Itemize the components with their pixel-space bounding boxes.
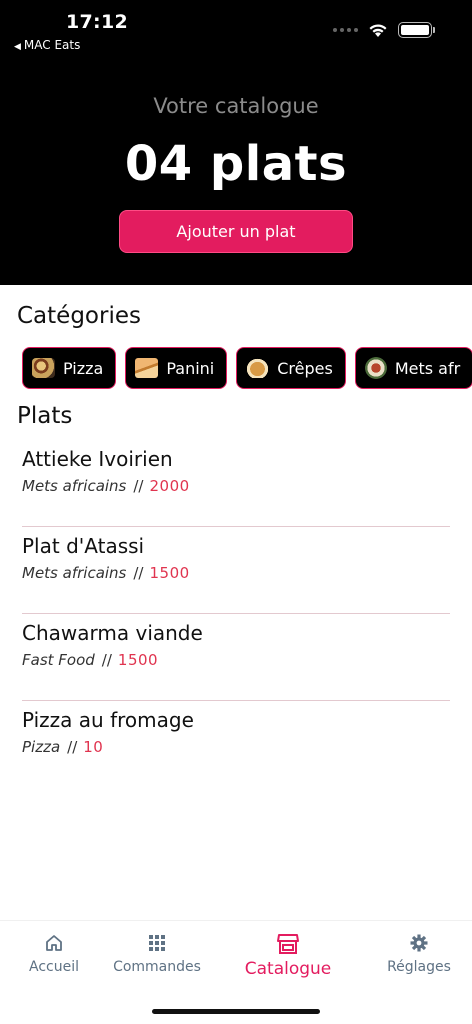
dish-name: Attieke Ivoirien: [22, 447, 173, 471]
categories-heading: Catégories: [17, 303, 141, 329]
tab-catalogue[interactable]: Catalogue: [240, 933, 336, 979]
status-time: 17:12: [66, 11, 128, 33]
dish-separator: //: [133, 477, 144, 495]
dish-item[interactable]: Plat d'Atassi Mets africains // 1500: [22, 527, 450, 614]
grid-icon: [149, 935, 165, 951]
panini-thumbnail-icon: [135, 358, 159, 378]
category-chips[interactable]: Pizza Panini Crêpes Mets afr: [22, 347, 472, 389]
tab-settings[interactable]: Réglages: [382, 933, 456, 975]
dish-meta: Mets africains // 1500: [22, 564, 450, 582]
tab-orders[interactable]: Commandes: [110, 933, 204, 975]
dishes-list: Attieke Ivoirien Mets africains // 2000 Pl…: [22, 440, 450, 788]
dish-item[interactable]: Attieke Ivoirien Mets africains // 2000: [22, 440, 450, 527]
back-arrow-icon: ◀: [14, 42, 21, 52]
tab-catalogue-label: Catalogue: [244, 959, 332, 979]
storefront-icon: [277, 934, 299, 954]
dish-category: Mets africains: [22, 477, 127, 495]
category-chip-pizza[interactable]: Pizza: [22, 347, 117, 389]
tab-home-label: Accueil: [29, 959, 79, 975]
catalogue-subtitle: Votre catalogue: [153, 94, 319, 118]
tab-settings-label: Réglages: [387, 959, 451, 975]
dish-name: Pizza au fromage: [22, 708, 194, 732]
dish-item[interactable]: Chawarma viande Fast Food // 1500: [22, 614, 450, 701]
tab-home[interactable]: Accueil: [26, 933, 82, 975]
dish-name: Chawarma viande: [22, 621, 203, 645]
wifi-icon: [369, 23, 387, 37]
back-to-app-link[interactable]: ◀ MAC Eats: [14, 38, 80, 52]
dish-price: 1500: [117, 651, 159, 669]
dish-price: 1500: [149, 564, 190, 582]
category-chip-crepes[interactable]: Crêpes: [236, 347, 346, 389]
status-indicators: [333, 22, 435, 38]
signal-icon: [333, 28, 358, 32]
dish-category: Fast Food: [22, 651, 95, 669]
dish-meta: Fast Food // 1500: [22, 651, 450, 669]
crepe-thumbnail-icon: [246, 358, 270, 378]
dish-category: Pizza: [22, 738, 61, 756]
pizza-thumbnail-icon: [32, 358, 55, 378]
category-chip-panini[interactable]: Panini: [125, 347, 228, 389]
category-chip-label: Panini: [166, 358, 215, 378]
dish-price: 2000: [149, 477, 190, 495]
back-app-label: MAC Eats: [23, 38, 81, 52]
home-icon: [46, 935, 62, 951]
dish-item[interactable]: Pizza au fromage Pizza // 10: [22, 701, 450, 788]
dishes-heading: Plats: [17, 403, 73, 429]
dish-meta: Mets africains // 2000: [22, 477, 450, 495]
gear-icon: [410, 934, 428, 952]
dish-count: 04 plats: [124, 136, 348, 192]
dish-separator: //: [67, 738, 78, 756]
dish-category: Mets africains: [22, 564, 127, 582]
catalogue-header: 17:12 ◀ MAC Eats Votre catalogue 04 plats…: [0, 0, 472, 285]
add-dish-button[interactable]: Ajouter un plat: [119, 210, 353, 253]
african-dish-thumbnail-icon: [364, 357, 387, 379]
dish-separator: //: [101, 651, 112, 669]
category-chip-label: Pizza: [63, 358, 104, 378]
tab-orders-label: Commandes: [113, 959, 201, 975]
category-chip-label: Crêpes: [277, 358, 333, 378]
dish-separator: //: [133, 564, 144, 582]
dish-name: Plat d'Atassi: [22, 534, 145, 558]
dish-price: 10: [83, 738, 104, 756]
battery-icon: [398, 22, 435, 38]
home-indicator: [152, 1009, 320, 1014]
dish-meta: Pizza // 10: [22, 738, 450, 756]
category-chip-mets-africains[interactable]: Mets afr: [354, 347, 472, 389]
category-chip-label: Mets afr: [394, 358, 461, 378]
